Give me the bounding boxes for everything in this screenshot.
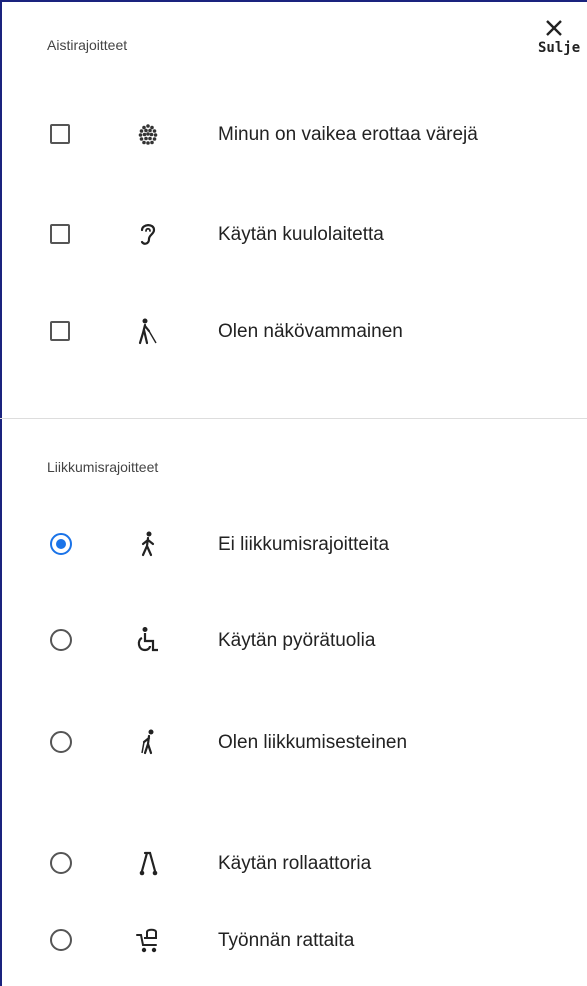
checkbox[interactable]: [50, 124, 70, 144]
option-label: Olen liikkumisesteinen: [218, 732, 408, 753]
mobility-option-reduced-mobility[interactable]: Olen liikkumisesteinen: [0, 712, 587, 772]
color-blind-icon: [138, 124, 158, 145]
mobility-option-none[interactable]: Ei liikkumisrajoitteita: [0, 514, 587, 574]
wheelchair-icon: [137, 627, 158, 652]
option-label: Käytän pyörätuolia: [218, 630, 376, 651]
close-icon: [546, 20, 562, 36]
option-label: Minun on vaikea erottaa värejä: [218, 124, 478, 145]
close-label: Sulje: [538, 40, 581, 56]
mobility-option-stroller[interactable]: Työnnän rattaita: [0, 910, 587, 970]
radio-button[interactable]: [50, 929, 72, 951]
checkbox[interactable]: [50, 321, 70, 341]
option-label: Olen näkövammainen: [218, 321, 403, 342]
walker-icon: [139, 851, 158, 876]
radio-button[interactable]: [50, 731, 72, 753]
section-divider: [0, 418, 587, 419]
option-label: Ei liikkumisrajoitteita: [218, 534, 390, 555]
person-with-cane-icon: [141, 729, 154, 755]
walking-person-icon: [141, 531, 155, 557]
ear-icon: [140, 224, 156, 245]
close-button[interactable]: Sulje: [536, 18, 587, 56]
sensory-option-visually-impaired[interactable]: Olen näkövammainen: [0, 301, 587, 361]
stroller-icon: [136, 928, 157, 953]
option-label: Työnnän rattaita: [218, 930, 355, 951]
radio-button[interactable]: [50, 533, 72, 555]
sensory-option-hearing-aid[interactable]: Käytän kuulolaitetta: [0, 204, 587, 264]
radio-button[interactable]: [50, 629, 72, 651]
option-label: Käytän kuulolaitetta: [218, 224, 384, 245]
sensory-option-color-blind[interactable]: Minun on vaikea erottaa värejä: [0, 104, 587, 164]
checkbox[interactable]: [50, 224, 70, 244]
mobility-section-title: Liikkumisrajoitteet: [47, 459, 159, 475]
radio-button[interactable]: [50, 852, 72, 874]
option-label: Käytän rollaattoria: [218, 853, 372, 874]
mobility-option-wheelchair[interactable]: Käytän pyörätuolia: [0, 610, 587, 670]
mobility-option-rollator[interactable]: Käytän rollaattoria: [0, 833, 587, 893]
blind-person-icon: [138, 318, 157, 345]
sensory-section-title: Aistirajoitteet: [47, 37, 128, 53]
